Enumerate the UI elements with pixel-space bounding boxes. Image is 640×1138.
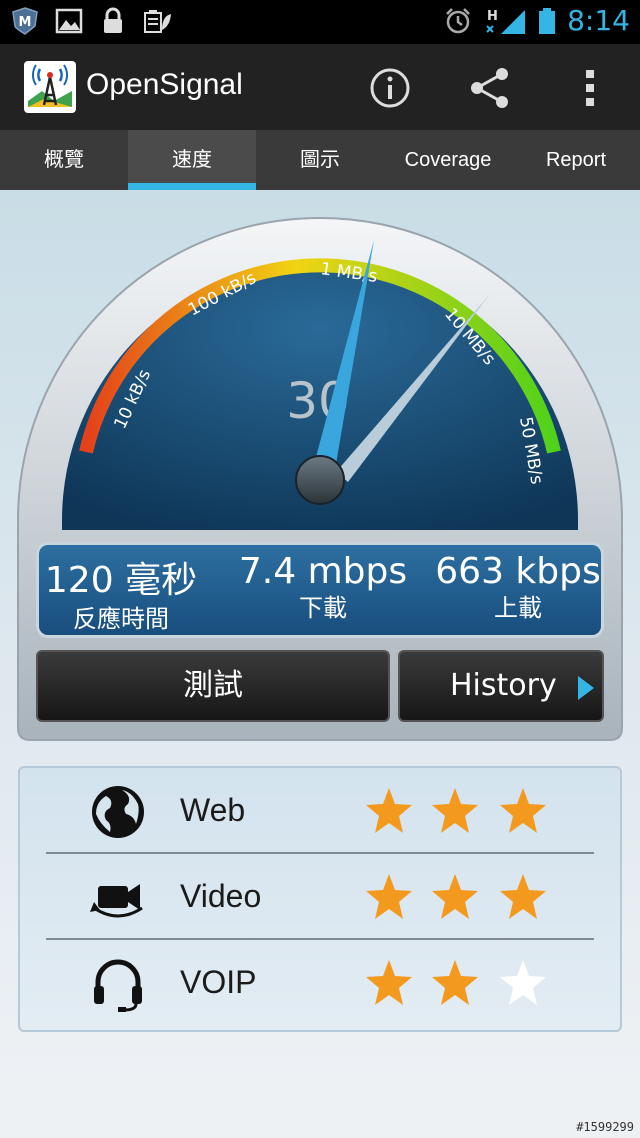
upload-label: 上載 bbox=[494, 594, 542, 622]
rating-label-voip: VOIP bbox=[180, 964, 257, 1000]
headset-icon bbox=[94, 959, 142, 1012]
star-icon bbox=[366, 960, 412, 1005]
tower-icon bbox=[28, 64, 72, 107]
tab-coverage[interactable]: Coverage bbox=[384, 130, 512, 190]
rating-row-voip: VOIP bbox=[20, 940, 620, 1026]
share-icon[interactable] bbox=[468, 66, 512, 110]
upload-cell: 663 kbps 上載 bbox=[435, 551, 601, 623]
download-value: 7.4 mbps bbox=[238, 551, 408, 592]
speed-test-panel: 10 kB/s 100 kB/s 1 MB/s 10 MB/s 50 MB/s … bbox=[0, 190, 640, 1090]
rating-label-web: Web bbox=[180, 792, 246, 828]
app-title: OpenSignal bbox=[86, 68, 243, 101]
picture-icon bbox=[55, 8, 83, 34]
rating-row-web: Web bbox=[20, 768, 620, 854]
tab-bar: 概覽 速度 圖示 Coverage Report bbox=[0, 130, 640, 190]
app-logo[interactable] bbox=[24, 61, 76, 113]
upload-value: 663 kbps bbox=[435, 551, 601, 592]
info-icon[interactable] bbox=[368, 66, 412, 110]
test-button[interactable]: 測試 bbox=[36, 650, 390, 722]
lock-icon bbox=[104, 7, 122, 33]
rating-row-video: Video bbox=[20, 854, 620, 940]
star-icon bbox=[432, 874, 478, 919]
battery-leaf-icon bbox=[144, 10, 171, 33]
globe-icon bbox=[92, 786, 144, 838]
latency-cell: 120 毫秒 反應時間 bbox=[41, 551, 201, 634]
latency-value: 120 毫秒 bbox=[44, 560, 198, 601]
tab-report[interactable]: Report bbox=[512, 130, 640, 190]
star-icon bbox=[432, 788, 478, 833]
star-empty-icon bbox=[500, 960, 546, 1005]
shield-icon: M bbox=[12, 7, 38, 35]
star-icon bbox=[366, 788, 412, 833]
history-button[interactable]: History bbox=[398, 650, 604, 722]
svg-text:M: M bbox=[19, 15, 32, 30]
star-icon bbox=[366, 874, 412, 919]
tab-overview[interactable]: 概覽 bbox=[0, 130, 128, 190]
gauge-hub bbox=[295, 455, 345, 505]
status-bar: M H 8:14 bbox=[0, 0, 640, 44]
clock: 8:14 bbox=[567, 4, 630, 37]
battery-icon bbox=[539, 7, 556, 34]
signal-icon: H bbox=[486, 9, 526, 34]
action-bar: OpenSignal bbox=[0, 44, 640, 130]
result-readout: 120 毫秒 反應時間 7.4 mbps 下載 663 kbps 上載 bbox=[36, 542, 604, 638]
download-label: 下載 bbox=[299, 594, 347, 622]
quality-ratings: Web Video VOIP bbox=[18, 766, 622, 1032]
network-type: H bbox=[487, 9, 498, 24]
star-icon bbox=[500, 788, 546, 833]
tab-speed[interactable]: 速度 bbox=[128, 130, 256, 190]
watermark: #1599299 bbox=[576, 1120, 634, 1134]
video-camera-icon bbox=[90, 884, 143, 918]
overflow-menu-icon[interactable] bbox=[568, 66, 612, 110]
alarm-icon bbox=[446, 7, 470, 33]
rating-label-video: Video bbox=[180, 878, 262, 914]
chevron-right-icon bbox=[578, 676, 594, 700]
download-cell: 7.4 mbps 下載 bbox=[235, 551, 411, 623]
latency-label: 反應時間 bbox=[73, 605, 169, 633]
tab-map[interactable]: 圖示 bbox=[256, 130, 384, 190]
star-icon bbox=[500, 874, 546, 919]
history-label: History bbox=[450, 668, 557, 703]
star-icon bbox=[432, 960, 478, 1005]
